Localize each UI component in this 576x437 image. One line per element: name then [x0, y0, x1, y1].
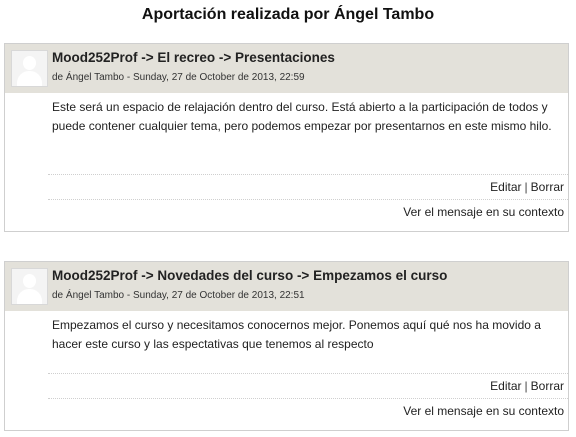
view-in-context-link[interactable]: Ver el mensaje en su contexto: [403, 205, 564, 219]
avatar-body-shape: [17, 71, 42, 86]
post-commands: Editar | Borrar: [5, 374, 568, 398]
post-message: Este será un espacio de relajación dentr…: [52, 100, 552, 133]
avatar-body-shape: [17, 289, 42, 304]
post-header: Mood252Prof -> El recreo -> Presentacion…: [5, 44, 568, 93]
delete-link[interactable]: Borrar: [531, 379, 564, 393]
post-footer: Ver el mensaje en su contexto: [5, 399, 568, 424]
page-title: Aportación realizada por Ángel Tambo: [141, 6, 435, 23]
command-separator: |: [524, 180, 528, 194]
forum-post: Mood252Prof -> El recreo -> Presentacion…: [4, 43, 569, 232]
post-message: Empezamos el curso y necesitamos conocer…: [52, 318, 541, 351]
user-avatar-icon[interactable]: [11, 50, 48, 87]
post-header: Mood252Prof -> Novedades del curso -> Em…: [5, 262, 568, 311]
post-author-line: de Ángel Tambo - Sunday, 27 de October d…: [52, 72, 305, 83]
post-author-line: de Ángel Tambo - Sunday, 27 de October d…: [52, 290, 305, 301]
avatar-head-shape: [23, 56, 36, 70]
view-in-context-link[interactable]: Ver el mensaje en su contexto: [403, 404, 564, 418]
post-footer: Ver el mensaje en su contexto: [5, 200, 568, 225]
post-subject: Mood252Prof -> El recreo -> Presentacion…: [52, 50, 335, 65]
avatar-head-shape: [23, 274, 36, 288]
post-commands: Editar | Borrar: [5, 175, 568, 199]
edit-link[interactable]: Editar: [490, 379, 521, 393]
edit-link[interactable]: Editar: [490, 180, 521, 194]
delete-link[interactable]: Borrar: [531, 180, 564, 194]
command-separator: |: [524, 379, 528, 393]
user-avatar-icon[interactable]: [11, 268, 48, 305]
post-subject: Mood252Prof -> Novedades del curso -> Em…: [52, 268, 448, 283]
forum-post: Mood252Prof -> Novedades del curso -> Em…: [4, 261, 569, 431]
